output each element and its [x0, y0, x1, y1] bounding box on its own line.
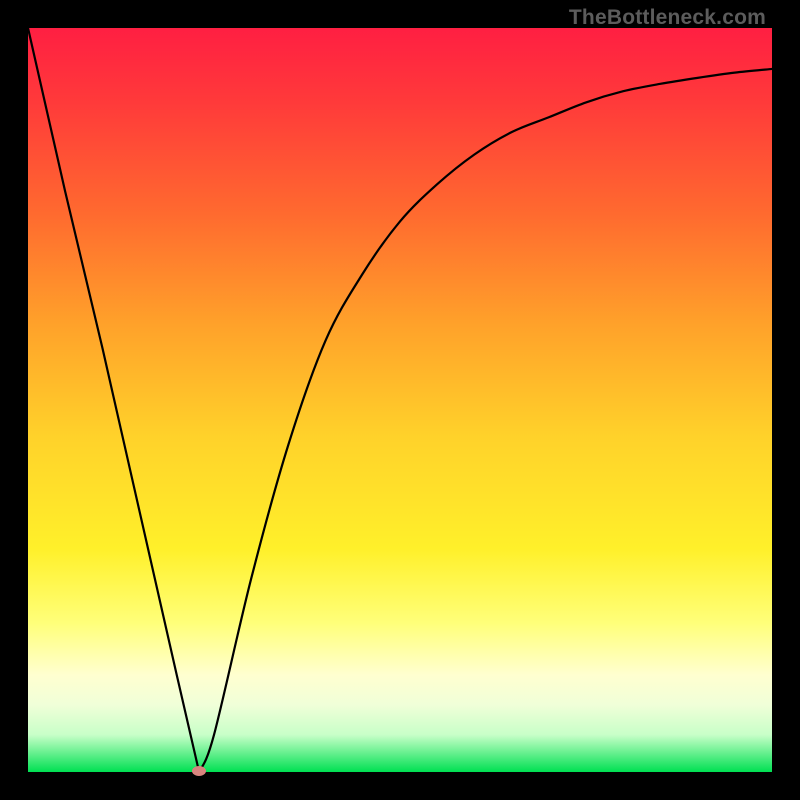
chart-frame: TheBottleneck.com	[0, 0, 800, 800]
watermark-text: TheBottleneck.com	[569, 6, 766, 30]
min-marker	[192, 766, 206, 776]
plot-area	[28, 28, 772, 772]
bottleneck-curve	[28, 28, 772, 772]
